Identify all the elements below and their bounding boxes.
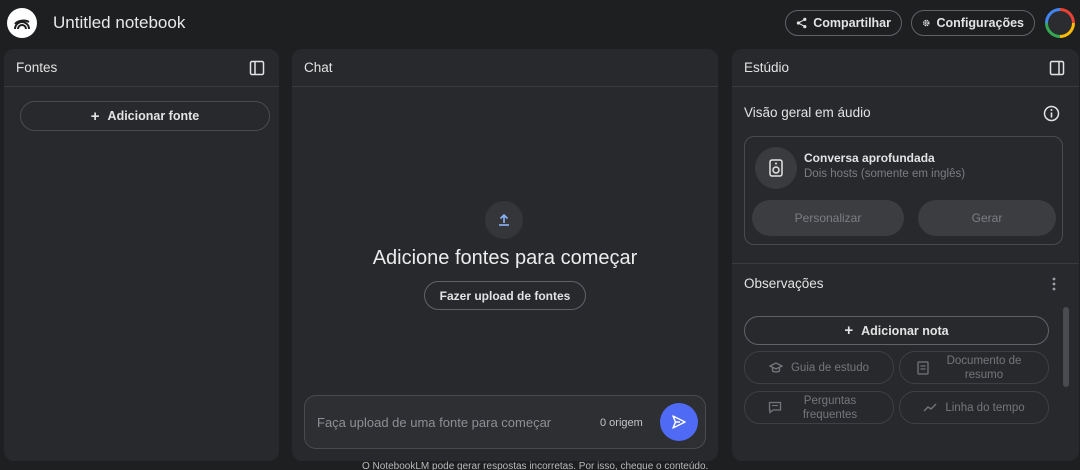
add-note-label: Adicionar nota: [861, 323, 949, 338]
timeline-label: Linha do tempo: [945, 401, 1025, 414]
speaker-icon-circle: [755, 147, 797, 189]
chat-title: Chat: [304, 60, 333, 75]
audio-card-title: Conversa aprofundada: [804, 151, 935, 165]
share-label: Compartilhar: [813, 16, 891, 30]
avatar-image: [1048, 11, 1072, 35]
studio-divider: [732, 263, 1079, 264]
info-icon: [1043, 105, 1059, 121]
top-bar: Untitled notebook Compartilhar Configura…: [0, 0, 1080, 46]
sources-header: Fontes: [4, 49, 279, 87]
chat-input-box[interactable]: Faça upload de uma fonte para começar 0 …: [304, 395, 706, 449]
gear-icon: [922, 19, 930, 27]
studio-panel: Estúdio Visão geral em áudio Conversa ap…: [732, 49, 1079, 461]
plus-icon: +: [90, 107, 100, 125]
speaker-icon: [769, 159, 783, 177]
sources-title: Fontes: [16, 60, 58, 75]
sources-panel: Fontes + Adicionar fonte: [4, 49, 279, 461]
summary-document-button[interactable]: Documento de resumo: [899, 351, 1049, 384]
audio-overview-title: Visão geral em áudio: [744, 105, 871, 120]
faq-label: Perguntas frequentes: [802, 394, 858, 421]
settings-label: Configurações: [936, 16, 1024, 30]
faq-button[interactable]: Perguntas frequentes: [744, 391, 894, 424]
chat-empty-title: Adicione fontes para começar: [372, 247, 638, 269]
studio-title: Estúdio: [744, 60, 790, 75]
add-source-label: Adicionar fonte: [107, 109, 200, 123]
studio-scrollbar[interactable]: [1063, 307, 1069, 387]
notebook-title[interactable]: Untitled notebook: [53, 13, 185, 33]
chat-header: Chat: [292, 49, 718, 87]
notebooklm-logo[interactable]: [7, 8, 37, 38]
timeline-icon: [923, 403, 937, 411]
avatar[interactable]: [1045, 8, 1075, 38]
sidebar-toggle-icon: [249, 60, 265, 75]
chat-input-placeholder: Faça upload de uma fonte para começar: [317, 415, 552, 430]
study-guide-button[interactable]: Guia de estudo: [744, 351, 894, 384]
graduation-cap-icon: [768, 361, 783, 373]
sidebar-toggle-icon: [1049, 60, 1065, 75]
source-count: 0 origem: [600, 417, 643, 429]
audio-info-button[interactable]: [1041, 103, 1061, 123]
add-source-button[interactable]: + Adicionar fonte: [20, 101, 270, 131]
plus-icon: +: [844, 322, 854, 339]
notebooklm-logo-icon: [14, 19, 30, 30]
audio-overview-card: Conversa aprofundada Dois hosts (somente…: [744, 136, 1063, 245]
document-icon: [916, 360, 929, 375]
disclaimer-text: O NotebookLM pode gerar respostas incorr…: [362, 461, 709, 470]
collapse-studio-button[interactable]: [1047, 58, 1067, 78]
chat-icon: [768, 401, 782, 414]
settings-button[interactable]: Configurações: [911, 10, 1035, 36]
send-icon: [672, 415, 686, 429]
add-note-button[interactable]: + Adicionar nota: [744, 316, 1049, 345]
customize-button[interactable]: Personalizar: [752, 200, 904, 236]
timeline-button[interactable]: Linha do tempo: [899, 391, 1049, 424]
audio-card-subtitle: Dois hosts (somente em inglês): [804, 168, 966, 180]
more-vertical-icon: [1052, 277, 1056, 291]
upload-sources-button[interactable]: Fazer upload de fontes: [424, 281, 586, 310]
summary-document-label: Documento de resumo: [946, 354, 1022, 381]
share-button[interactable]: Compartilhar: [785, 10, 902, 36]
upload-icon: [499, 213, 509, 226]
chat-panel: Chat Adicione fontes para começar Fazer …: [292, 49, 718, 461]
studio-header: Estúdio: [732, 49, 1079, 87]
notes-more-button[interactable]: [1044, 274, 1064, 294]
send-button[interactable]: [660, 403, 698, 441]
study-guide-label: Guia de estudo: [790, 361, 869, 374]
notes-title: Observações: [744, 276, 824, 291]
share-icon: [796, 17, 807, 29]
generate-button[interactable]: Gerar: [918, 200, 1056, 236]
collapse-sources-button[interactable]: [247, 58, 267, 78]
upload-icon-circle: [485, 201, 523, 239]
